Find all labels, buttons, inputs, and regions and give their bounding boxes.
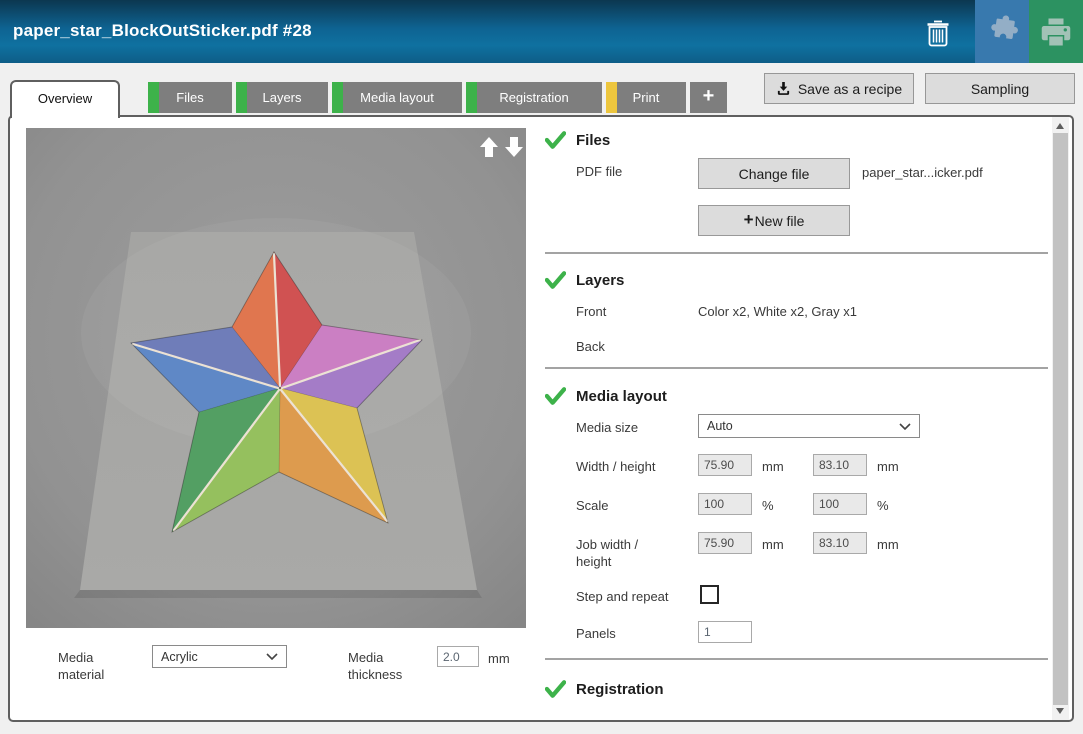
job-height-unit: mm (877, 536, 899, 553)
plus-icon: + (744, 210, 754, 230)
app-window: paper_star_BlockOutSticker.pdf #28 (0, 0, 1083, 734)
tab-status-indicator (148, 82, 159, 113)
scale-y-unit: % (877, 497, 889, 514)
change-file-label: Change file (739, 166, 810, 182)
tab-media-layout[interactable]: Media layout (332, 82, 462, 113)
save-as-recipe-button[interactable]: Save as a recipe (764, 73, 914, 104)
step-repeat-checkbox[interactable] (700, 585, 719, 604)
tab-layers[interactable]: Layers (236, 82, 328, 113)
media-material-label: Media material (58, 649, 104, 683)
media-height-input (813, 454, 867, 476)
new-file-label: New file (755, 213, 805, 229)
media-material-value: Acrylic (161, 650, 198, 664)
plugin-button[interactable] (975, 0, 1029, 63)
save-download-icon (776, 81, 791, 96)
title-bar: paper_star_BlockOutSticker.pdf #28 (0, 0, 1083, 63)
printer-icon (1038, 14, 1074, 50)
tab-label: Print (633, 90, 660, 105)
height-unit: mm (877, 458, 899, 475)
sampling-button[interactable]: Sampling (925, 73, 1075, 104)
tab-label: Files (176, 90, 203, 105)
preview-3d-render (26, 128, 526, 628)
job-height-input (813, 532, 867, 554)
width-unit: mm (762, 458, 784, 475)
delete-job-button[interactable] (905, 0, 971, 63)
media-thickness-input[interactable] (437, 646, 479, 667)
sampling-label: Sampling (971, 81, 1029, 97)
section-divider (545, 658, 1048, 660)
pdf-file-label: PDF file (576, 163, 622, 180)
tab-status-indicator (332, 82, 343, 113)
scale-label: Scale (576, 497, 609, 514)
front-layers-label: Front (576, 303, 606, 320)
preview-3d-viewport (26, 128, 526, 628)
files-section-heading: Files (576, 132, 610, 149)
tab-label: Layers (262, 90, 301, 105)
scroll-down-icon (1056, 708, 1064, 714)
tab-status-indicator (466, 82, 477, 113)
check-icon (545, 387, 566, 405)
media-size-select[interactable]: Auto (698, 414, 920, 438)
check-icon (545, 271, 566, 289)
check-icon (545, 680, 566, 698)
media-size-value: Auto (707, 419, 733, 433)
front-layers-value: Color x2, White x2, Gray x1 (698, 303, 857, 320)
tab-label: Registration (499, 90, 568, 105)
tab-label: Media layout (360, 90, 434, 105)
panels-input[interactable] (698, 621, 752, 643)
step-repeat-label: Step and repeat (576, 588, 669, 605)
layers-section-heading: Layers (576, 272, 624, 289)
section-divider (545, 367, 1048, 369)
plus-icon: + (703, 85, 715, 107)
window-title: paper_star_BlockOutSticker.pdf #28 (13, 21, 312, 41)
media-material-select[interactable]: Acrylic (152, 645, 287, 668)
section-divider (545, 252, 1048, 254)
scale-y-input (813, 493, 867, 515)
tab-files[interactable]: Files (148, 82, 232, 113)
new-file-button[interactable]: + New file (698, 205, 850, 236)
tab-print[interactable]: Print (606, 82, 686, 113)
chevron-down-icon (266, 653, 278, 660)
media-width-input (698, 454, 752, 476)
job-size-label: Job width / height (576, 536, 638, 570)
scroll-up-icon (1056, 123, 1064, 129)
media-thickness-unit: mm (488, 650, 510, 667)
puzzle-icon (985, 15, 1019, 49)
chevron-down-icon (899, 423, 911, 430)
tab-status-indicator (606, 82, 617, 113)
trash-icon (923, 16, 953, 48)
change-file-button[interactable]: Change file (698, 158, 850, 189)
sheet-shadow (74, 590, 482, 598)
save-as-recipe-label: Save as a recipe (798, 81, 902, 97)
scrollbar[interactable] (1052, 117, 1069, 720)
current-file-name: paper_star...icker.pdf (862, 164, 983, 181)
panels-label: Panels (576, 625, 616, 642)
tab-status-indicator (236, 82, 247, 113)
check-icon (545, 131, 566, 149)
media-layout-section-heading: Media layout (576, 388, 667, 405)
scale-x-unit: % (762, 497, 774, 514)
width-height-label: Width / height (576, 458, 656, 475)
tab-overview[interactable]: Overview (10, 80, 120, 118)
print-button[interactable] (1029, 0, 1083, 63)
back-layers-label: Back (576, 338, 605, 355)
scroll-thumb[interactable] (1053, 133, 1068, 705)
tab-registration[interactable]: Registration (466, 82, 602, 113)
scale-x-input (698, 493, 752, 515)
registration-section-heading: Registration (576, 681, 664, 698)
job-width-unit: mm (762, 536, 784, 553)
media-size-label: Media size (576, 419, 638, 436)
add-tab-button[interactable]: + (690, 82, 727, 113)
job-width-input (698, 532, 752, 554)
media-thickness-label: Media thickness (348, 649, 402, 683)
